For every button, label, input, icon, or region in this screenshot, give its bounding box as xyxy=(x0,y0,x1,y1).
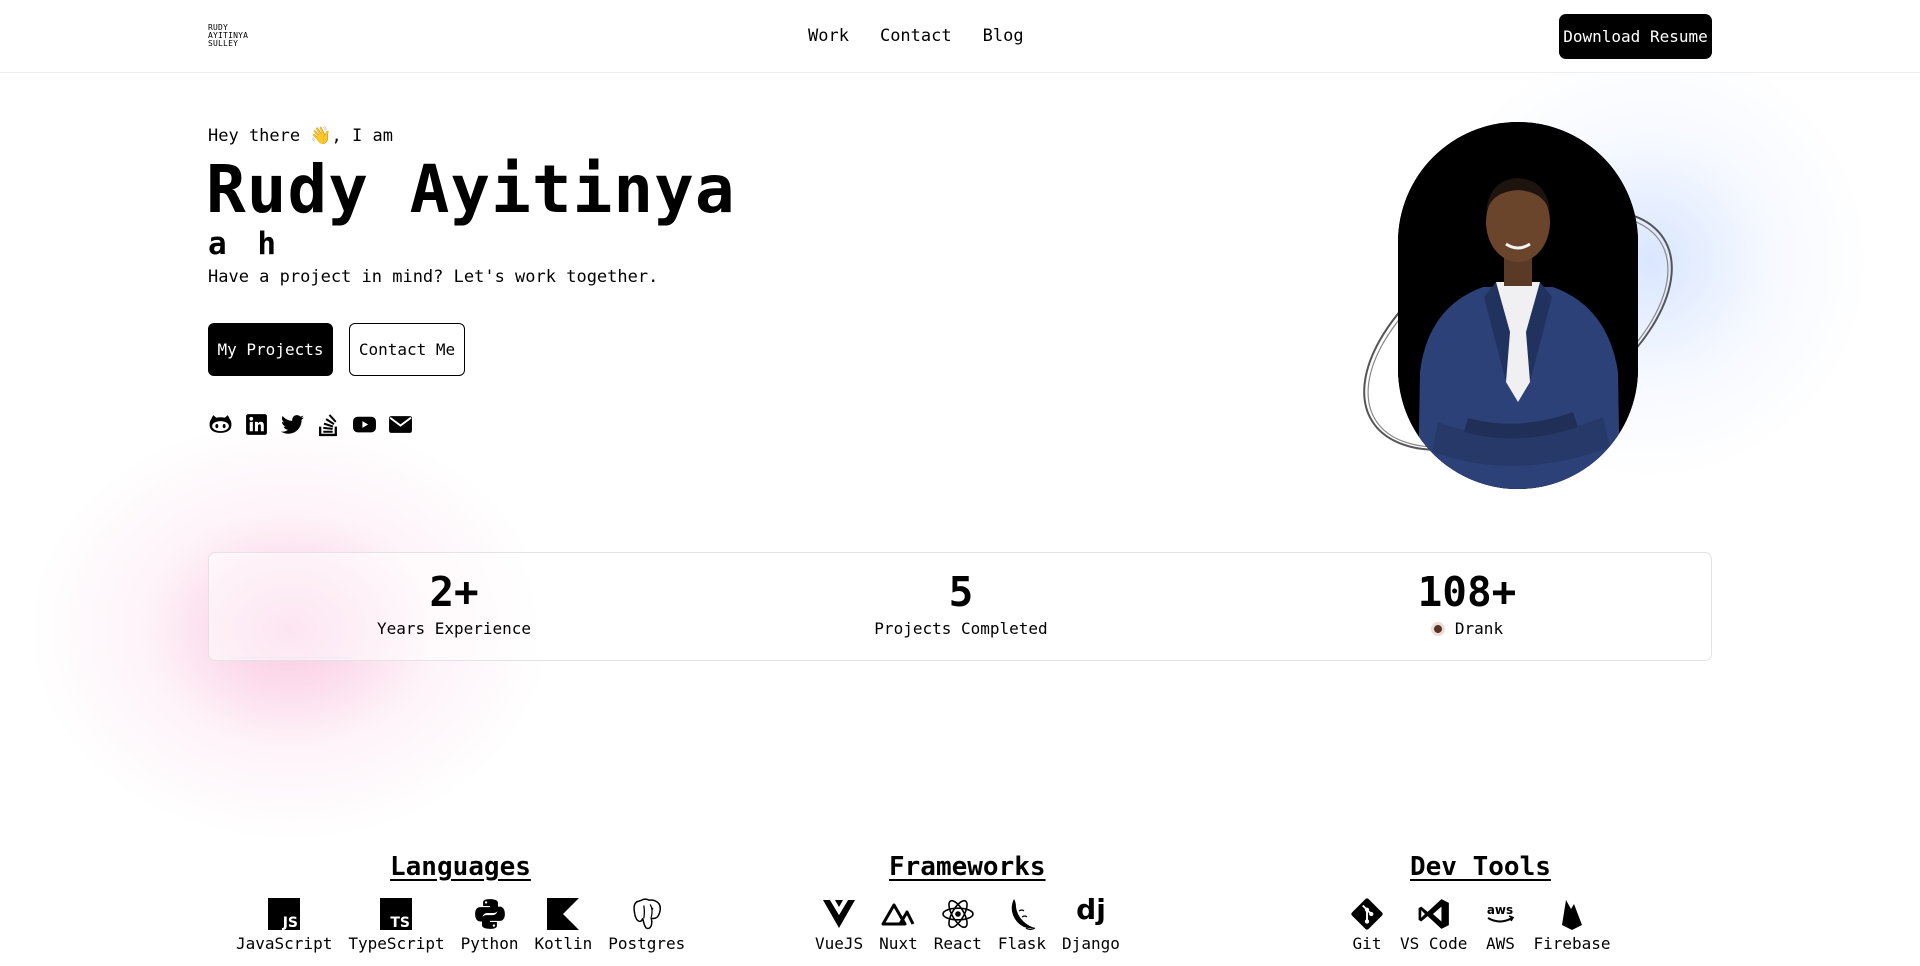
languages-heading-wrap: Languages xyxy=(390,852,531,882)
logo-line: SULLEY xyxy=(208,39,239,48)
stat-value: 2+ xyxy=(429,568,479,616)
stackoverflow-icon[interactable] xyxy=(316,412,341,437)
stat-value: 108+ xyxy=(1417,568,1517,616)
svg-text:TS: TS xyxy=(391,915,411,930)
postgres-icon xyxy=(630,896,664,932)
skill-item: Git xyxy=(1350,896,1384,953)
skill-name: Firebase xyxy=(1533,934,1611,953)
nav-contact[interactable]: Contact xyxy=(880,26,952,46)
portrait-area xyxy=(1340,110,1700,510)
stat-label: Years Experience xyxy=(376,619,532,638)
aws-icon: aws xyxy=(1483,896,1517,932)
skill-name: Django xyxy=(1062,934,1120,953)
git-icon xyxy=(1350,896,1384,932)
skill-item: TS TypeScript xyxy=(348,896,445,953)
stat-projects: 5 Projects Completed xyxy=(831,569,1091,638)
skill-item: Flask xyxy=(998,896,1046,953)
skill-name: Flask xyxy=(997,934,1047,953)
frameworks-list: VueJS Nuxt React Flask dj Django xyxy=(815,896,1120,953)
frameworks-heading-wrap: Frameworks xyxy=(889,852,1046,882)
skill-name: JavaScript xyxy=(236,934,333,953)
typescript-icon: TS xyxy=(380,896,413,932)
nav-blog[interactable]: Blog xyxy=(983,26,1024,46)
skill-item: VS Code xyxy=(1400,896,1467,953)
svg-text:dj: dj xyxy=(1076,897,1106,926)
skill-item: aws AWS xyxy=(1483,896,1517,953)
skill-item: Python xyxy=(460,896,519,953)
flask-icon xyxy=(1006,896,1038,932)
javascript-icon: JS xyxy=(268,896,301,932)
stat-coffee: 108+ Drank xyxy=(1337,569,1597,638)
stats-card: 2+ Years Experience 5 Projects Completed… xyxy=(208,552,1712,661)
skill-name: VS Code xyxy=(1400,934,1468,953)
skill-name: Git xyxy=(1352,934,1382,953)
skill-item: Postgres xyxy=(608,896,685,953)
skill-name: Python xyxy=(460,934,519,953)
django-icon: dj xyxy=(1076,896,1106,932)
kotlin-icon xyxy=(547,896,580,932)
skill-name: Postgres xyxy=(608,934,686,953)
coffee-icon xyxy=(1430,621,1445,636)
react-icon xyxy=(941,896,975,932)
linkedin-icon[interactable] xyxy=(244,412,269,437)
download-resume-button[interactable]: Download Resume xyxy=(1559,14,1712,59)
svg-text:aws: aws xyxy=(1487,903,1513,917)
twitter-icon[interactable] xyxy=(280,412,305,437)
hero-typed-text: a h xyxy=(208,226,282,262)
nav-work[interactable]: Work xyxy=(808,26,849,46)
hero-name: Rudy Ayitinya xyxy=(206,151,736,228)
languages-list: JS JavaScript TS TypeScript Python Kotli… xyxy=(236,896,685,953)
my-projects-button[interactable]: My Projects xyxy=(208,323,333,376)
github-icon[interactable] xyxy=(208,412,233,437)
skill-name: TypeScript xyxy=(348,934,445,953)
svg-text:JS: JS xyxy=(282,915,298,930)
skill-item: Kotlin xyxy=(534,896,592,953)
nuxt-icon xyxy=(881,896,915,932)
skill-item: Nuxt xyxy=(879,896,918,953)
firebase-icon xyxy=(1558,896,1586,932)
vscode-icon xyxy=(1417,896,1451,932)
contact-me-button[interactable]: Contact Me xyxy=(349,323,465,376)
youtube-icon[interactable] xyxy=(352,412,377,437)
vue-icon xyxy=(823,896,856,932)
site-header: RUDY AYITINYA SULLEY Work Contact Blog D… xyxy=(0,0,1920,73)
languages-heading: Languages xyxy=(390,852,531,882)
profile-photo xyxy=(1398,122,1638,489)
stat-experience: 2+ Years Experience xyxy=(324,569,584,638)
stat-label: Drank xyxy=(1454,619,1504,638)
skill-name: AWS xyxy=(1485,934,1515,953)
skill-item: dj Django xyxy=(1062,896,1120,953)
main-nav: Work Contact Blog xyxy=(808,26,1024,46)
hero-greeting: Hey there 👋, I am xyxy=(208,126,393,146)
stat-value: 5 xyxy=(948,568,974,616)
skill-item: VueJS xyxy=(815,896,863,953)
skill-name: React xyxy=(933,934,982,953)
python-icon xyxy=(473,896,507,932)
frameworks-heading: Frameworks xyxy=(889,852,1046,882)
skill-item: React xyxy=(934,896,982,953)
site-logo[interactable]: RUDY AYITINYA SULLEY xyxy=(208,24,248,48)
skill-item: JS JavaScript xyxy=(236,896,332,953)
devtools-list: Git VS Code aws AWS Firebase xyxy=(1350,896,1611,953)
skill-name: Nuxt xyxy=(879,934,918,953)
skill-item: Firebase xyxy=(1533,896,1611,953)
devtools-heading-wrap: Dev Tools xyxy=(1410,852,1551,882)
devtools-heading: Dev Tools xyxy=(1410,852,1551,882)
skill-name: Kotlin xyxy=(534,934,593,953)
email-icon[interactable] xyxy=(388,412,413,437)
stat-label: Projects Completed xyxy=(874,619,1048,638)
hero-subtitle: Have a project in mind? Let's work toget… xyxy=(208,267,659,287)
social-links xyxy=(208,412,413,437)
skill-name: VueJS xyxy=(815,934,864,953)
